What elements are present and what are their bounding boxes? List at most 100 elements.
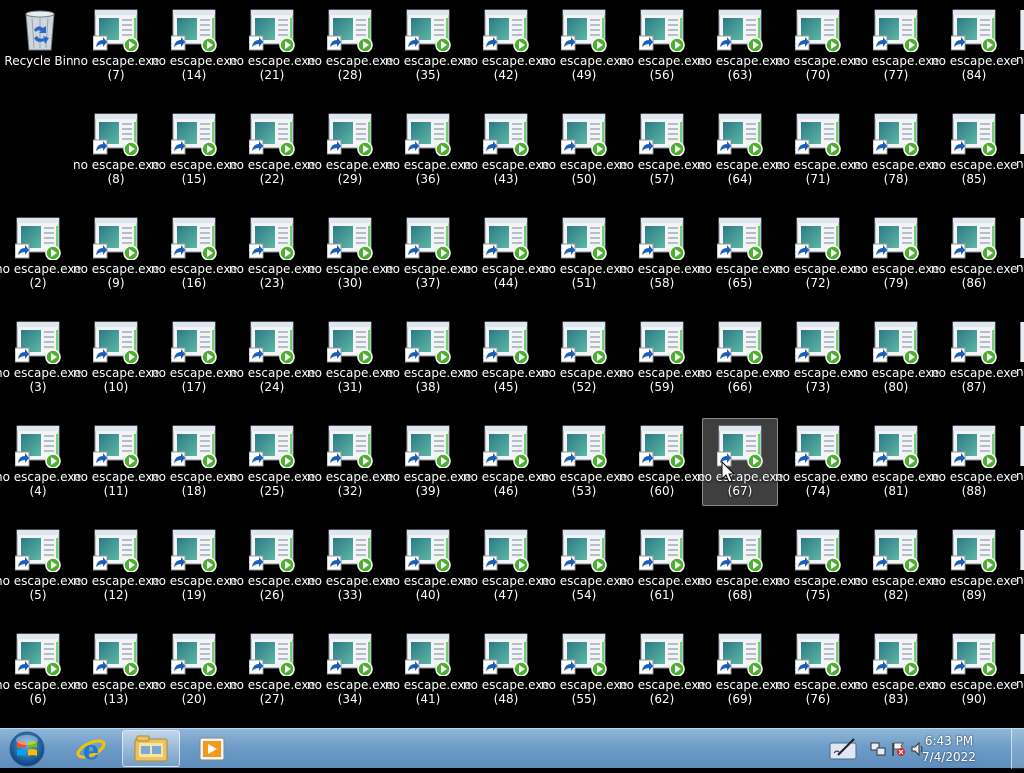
shortcut-icon[interactable]: no escape.exe (46) [463,418,549,506]
show-desktop-button[interactable] [1011,729,1024,769]
shortcut-icon[interactable]: no escape.exe (32) [307,418,393,506]
shortcut-icon[interactable]: no escape.exe (53) [541,418,627,506]
shortcut-icon[interactable]: no escape.exe (30) [307,210,393,298]
shortcut-icon[interactable]: no escape.exe (31) [307,314,393,402]
shortcut-icon-partial[interactable]: n [1016,210,1024,298]
shortcut-icon-partial[interactable]: n [1016,626,1024,714]
shortcut-icon[interactable]: no escape.exe (80) [853,314,939,402]
shortcut-icon-partial[interactable]: n [1016,522,1024,610]
shortcut-icon[interactable]: no escape.exe (11) [73,418,159,506]
shortcut-icon[interactable]: no escape.exe (8) [73,106,159,194]
shortcut-icon[interactable]: no escape.exe (55) [541,626,627,714]
shortcut-icon[interactable]: no escape.exe (22) [229,106,315,194]
shortcut-icon[interactable]: no escape.exe (7) [73,2,159,90]
clock[interactable]: 6:43 PM 7/4/2022 [914,733,984,765]
shortcut-icon[interactable]: no escape.exe (16) [151,210,237,298]
shortcut-icon[interactable]: no escape.exe (70) [775,2,861,90]
shortcut-icon[interactable]: no escape.exe (58) [619,210,705,298]
shortcut-icon[interactable]: no escape.exe (85) [931,106,1017,194]
shortcut-icon[interactable]: no escape.exe (20) [151,626,237,714]
shortcut-icon[interactable]: no escape.exe (59) [619,314,705,402]
shortcut-icon[interactable]: no escape.exe (82) [853,522,939,610]
shortcut-icon[interactable]: no escape.exe (86) [931,210,1017,298]
shortcut-icon[interactable]: no escape.exe (88) [931,418,1017,506]
shortcut-icon[interactable]: no escape.exe (44) [463,210,549,298]
shortcut-icon[interactable]: no escape.exe (78) [853,106,939,194]
network-icon[interactable] [870,741,886,757]
shortcut-icon[interactable]: no escape.exe (18) [151,418,237,506]
shortcut-icon[interactable]: no escape.exe (90) [931,626,1017,714]
shortcut-icon[interactable]: no escape.exe (12) [73,522,159,610]
shortcut-icon[interactable]: no escape.exe (45) [463,314,549,402]
shortcut-icon[interactable]: no escape.exe (73) [775,314,861,402]
shortcut-icon[interactable]: no escape.exe (81) [853,418,939,506]
shortcut-icon[interactable]: no escape.exe (3) [0,314,81,402]
shortcut-icon[interactable]: no escape.exe (28) [307,2,393,90]
shortcut-icon[interactable]: no escape.exe (61) [619,522,705,610]
shortcut-icon-partial[interactable]: n [1016,314,1024,402]
shortcut-icon[interactable]: no escape.exe (36) [385,106,471,194]
flag-icon[interactable] [890,741,906,757]
shortcut-icon[interactable]: no escape.exe (9) [73,210,159,298]
start-button[interactable] [2,729,52,769]
shortcut-icon[interactable]: no escape.exe (56) [619,2,705,90]
shortcut-icon[interactable]: no escape.exe (15) [151,106,237,194]
shortcut-icon[interactable]: no escape.exe (65) [697,210,783,298]
shortcut-icon[interactable]: no escape.exe (35) [385,2,471,90]
windows-explorer-button[interactable] [122,730,180,767]
shortcut-icon[interactable]: no escape.exe (51) [541,210,627,298]
shortcut-icon-partial[interactable]: n [1016,2,1024,90]
shortcut-icon[interactable]: no escape.exe (75) [775,522,861,610]
shortcut-icon[interactable]: no escape.exe (77) [853,2,939,90]
shortcut-icon[interactable]: no escape.exe (29) [307,106,393,194]
shortcut-icon[interactable]: no escape.exe (24) [229,314,315,402]
shortcut-icon[interactable]: no escape.exe (69) [697,626,783,714]
shortcut-icon[interactable]: no escape.exe (39) [385,418,471,506]
shortcut-icon[interactable]: no escape.exe (76) [775,626,861,714]
shortcut-icon[interactable]: no escape.exe (67) [697,418,783,506]
windows-media-player-button[interactable] [188,730,236,767]
shortcut-icon[interactable]: no escape.exe (41) [385,626,471,714]
shortcut-icon[interactable]: no escape.exe (83) [853,626,939,714]
shortcut-icon[interactable]: no escape.exe (37) [385,210,471,298]
shortcut-icon[interactable]: no escape.exe (4) [0,418,81,506]
shortcut-icon[interactable]: no escape.exe (23) [229,210,315,298]
shortcut-icon[interactable]: no escape.exe (52) [541,314,627,402]
shortcut-icon[interactable]: no escape.exe (49) [541,2,627,90]
shortcut-icon[interactable]: no escape.exe (62) [619,626,705,714]
shortcut-icon[interactable]: no escape.exe (2) [0,210,81,298]
shortcut-icon[interactable]: no escape.exe (50) [541,106,627,194]
shortcut-icon[interactable]: no escape.exe (42) [463,2,549,90]
shortcut-icon[interactable]: no escape.exe (38) [385,314,471,402]
shortcut-icon[interactable]: no escape.exe (6) [0,626,81,714]
shortcut-icon[interactable]: no escape.exe (66) [697,314,783,402]
shortcut-icon[interactable]: no escape.exe (26) [229,522,315,610]
shortcut-icon[interactable]: no escape.exe (84) [931,2,1017,90]
shortcut-icon[interactable]: no escape.exe (79) [853,210,939,298]
shortcut-icon[interactable]: no escape.exe (74) [775,418,861,506]
shortcut-icon[interactable]: no escape.exe (57) [619,106,705,194]
shortcut-icon[interactable]: no escape.exe (17) [151,314,237,402]
shortcut-icon[interactable]: no escape.exe (21) [229,2,315,90]
shortcut-icon[interactable]: no escape.exe (87) [931,314,1017,402]
shortcut-icon[interactable]: no escape.exe (14) [151,2,237,90]
shortcut-icon[interactable]: no escape.exe (68) [697,522,783,610]
shortcut-icon[interactable]: no escape.exe (54) [541,522,627,610]
shortcut-icon[interactable]: no escape.exe (60) [619,418,705,506]
shortcut-icon[interactable]: no escape.exe (72) [775,210,861,298]
shortcut-icon[interactable]: no escape.exe (63) [697,2,783,90]
desktop[interactable]: Recycle Bin no escape.exe (7) no escape.e… [0,0,1024,728]
shortcut-icon[interactable]: no escape.exe (19) [151,522,237,610]
shortcut-icon[interactable]: no escape.exe (27) [229,626,315,714]
shortcut-icon[interactable]: no escape.exe (5) [0,522,81,610]
shortcut-icon[interactable]: no escape.exe (10) [73,314,159,402]
action-center-icon[interactable] [828,735,862,763]
shortcut-icon[interactable]: no escape.exe (33) [307,522,393,610]
shortcut-icon[interactable]: no escape.exe (13) [73,626,159,714]
shortcut-icon[interactable]: no escape.exe (89) [931,522,1017,610]
internet-explorer-button[interactable]: e [66,730,116,767]
shortcut-icon[interactable]: no escape.exe (40) [385,522,471,610]
shortcut-icon[interactable]: no escape.exe (47) [463,522,549,610]
shortcut-icon-partial[interactable]: n [1016,106,1024,194]
shortcut-icon[interactable]: no escape.exe (71) [775,106,861,194]
